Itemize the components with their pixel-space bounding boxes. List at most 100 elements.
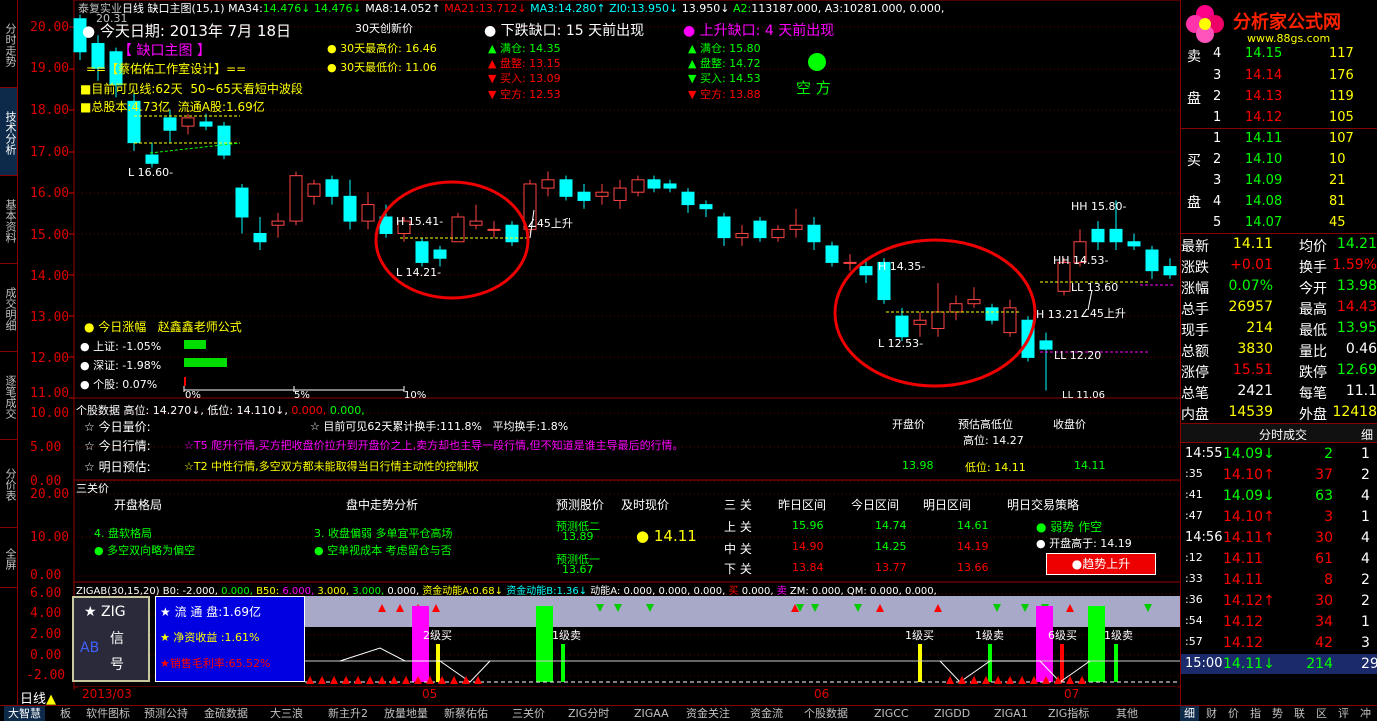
bid-level: 3 xyxy=(1213,173,1222,188)
zig-signal-num: 号 xyxy=(110,657,124,673)
zig-signal-title: ★ ZIG xyxy=(84,604,126,620)
ask-price[interactable]: 14.13 xyxy=(1245,89,1282,104)
teacher-text: 赵鑫鑫老师公式 xyxy=(157,320,242,334)
tick-count: 1 xyxy=(1361,446,1370,462)
ask-price[interactable]: 14.12 xyxy=(1245,110,1282,125)
bid-price[interactable]: 14.08 xyxy=(1245,194,1282,209)
now-value-text: 14.11 xyxy=(653,527,697,545)
annotation: H 14.35- xyxy=(878,260,926,273)
stat-value: 1.59% xyxy=(1332,257,1377,273)
ask-level: 1 xyxy=(1213,110,1222,125)
ask-level: 4 xyxy=(1213,46,1222,61)
bottom-tab[interactable]: 板 xyxy=(56,706,75,721)
site-name: 分析家公式网 xyxy=(1233,12,1341,33)
zig-t3: 0.000, xyxy=(741,586,774,597)
annotation: ∠45上升 xyxy=(1080,307,1126,320)
dn-today: 13.77 xyxy=(875,561,907,574)
ask-price[interactable]: 14.15 xyxy=(1245,46,1282,61)
sh-text: 上证: -1.05% xyxy=(93,340,162,353)
bottom-tab[interactable]: ZIGA1 xyxy=(990,706,1032,721)
bottom-tab[interactable]: 大三浪 xyxy=(266,706,307,721)
today-rise: ● 今日涨幅 赵鑫鑫老师公式 xyxy=(84,320,242,334)
bottom-tab-bar: 大智慧板软件图标 预测公持 金硫数据 大三浪 新主升2 放量地量 新蔡佑佑 三关价 ZIG分时 Z… xyxy=(0,705,1377,721)
tick-price: 14.12 xyxy=(1223,635,1264,651)
bottom-tab[interactable]: 软件图标 xyxy=(82,706,134,721)
stat-value: 0.46 xyxy=(1345,341,1377,357)
bottom-tab[interactable]: 其他 xyxy=(1112,706,1142,721)
quote-panel: 分析家公式网 www.88gs.com 卖 盘 4 14.15 117 3 14… xyxy=(1180,0,1377,705)
bid-price[interactable]: 14.07 xyxy=(1245,215,1282,230)
today-range-head: 今日区间 xyxy=(851,498,900,512)
bottom-tab[interactable]: 新蔡佑佑 xyxy=(440,706,492,721)
bottom-tab[interactable]: 预测公持 xyxy=(140,706,192,721)
bottom-tab[interactable]: ZIG指标 xyxy=(1044,706,1093,721)
bottom-tab[interactable]: 大智慧 xyxy=(4,706,45,721)
bid-level: 5 xyxy=(1213,215,1222,230)
bottom-tab[interactable]: 资金流 xyxy=(746,706,787,721)
stat-label: 涨幅 xyxy=(1181,281,1209,297)
params: (15,1) xyxy=(191,2,225,15)
y-tick: 17.00 xyxy=(30,145,70,160)
right-bottom-tab[interactable]: 势 xyxy=(1268,706,1287,721)
bid-label2: 盘 xyxy=(1187,195,1201,211)
short-see: ● 空单视成本 考虑留仓与否 xyxy=(314,544,452,557)
tick-count: 1 xyxy=(1361,509,1370,525)
zig-buy1: 1级买 xyxy=(905,629,934,642)
right-bottom-tab[interactable]: 细 xyxy=(1180,706,1199,721)
tick-time: :54 xyxy=(1185,614,1203,627)
ma8-value: 14.052↑ xyxy=(392,2,441,15)
mid-yday: 14.90 xyxy=(792,540,824,553)
candle-body xyxy=(595,191,609,197)
tick-count: 2 xyxy=(1361,467,1370,483)
strategy-head: 明日交易策略 xyxy=(1007,498,1080,512)
zig-buy: 买 xyxy=(728,586,739,597)
zig-ab: AB xyxy=(80,640,100,656)
bottom-tab[interactable]: 金硫数据 xyxy=(200,706,252,721)
ticks-detail-tab[interactable]: 细 xyxy=(1361,426,1373,443)
candle-body xyxy=(1163,266,1177,276)
tick-volume: 30 xyxy=(1315,593,1333,609)
up-today: 14.74 xyxy=(875,519,907,532)
right-bottom-tab[interactable]: 价 xyxy=(1224,706,1243,721)
today-qty: ☆ 今日量价: xyxy=(84,420,151,434)
gap-up: ● 上升缺口: 4 天前出现 xyxy=(683,23,835,39)
bid-price[interactable]: 14.09 xyxy=(1245,173,1282,188)
bottom-tab[interactable]: 三关价 xyxy=(508,706,549,721)
buy-arrow xyxy=(342,676,350,684)
candle-body xyxy=(145,154,159,164)
zig-float: ★ 流 通 盘:1.69亿 xyxy=(160,605,261,619)
stat-value: 214 xyxy=(1246,320,1273,336)
buy-arrow xyxy=(1078,676,1086,684)
bid-price[interactable]: 14.11 xyxy=(1245,131,1282,146)
bottom-tab[interactable]: ZIG分时 xyxy=(564,706,613,721)
right-bottom-tab[interactable]: 冲 xyxy=(1356,706,1375,721)
candle-body xyxy=(271,220,285,226)
stat-value: 12.69 xyxy=(1336,362,1377,378)
signal-bar xyxy=(436,644,440,682)
right-bottom-tab[interactable]: 评 xyxy=(1334,706,1353,721)
buy-arrow xyxy=(1006,676,1014,684)
right-bottom-tab[interactable]: 指 xyxy=(1246,706,1265,721)
right-bottom-tab[interactable]: 财 xyxy=(1202,706,1221,721)
bid-price[interactable]: 14.10 xyxy=(1245,152,1282,167)
bottom-tab[interactable]: 放量地量 xyxy=(380,706,432,721)
bottom-tab[interactable]: ZIGCC xyxy=(870,706,913,721)
bottom-tab[interactable]: ZIGAA xyxy=(630,706,673,721)
right-bottom-tab[interactable]: 联 xyxy=(1290,706,1309,721)
tick-price: 14.12↑ xyxy=(1223,593,1275,609)
bottom-tab[interactable]: ZIGDD xyxy=(930,706,974,721)
ask-price[interactable]: 14.14 xyxy=(1245,68,1282,83)
ma3-value: 14.280↑ xyxy=(557,2,606,15)
candle-body xyxy=(487,228,501,231)
visible-turn-text: 目前可见62天累计换手:111.8% xyxy=(323,420,483,433)
short-see-value: 空单视成本 考虑留仓与否 xyxy=(327,544,452,557)
right-bottom-tab[interactable]: 区 xyxy=(1312,706,1331,721)
bottom-tab[interactable]: 资金关注 xyxy=(682,706,734,721)
candle-body xyxy=(913,319,927,325)
candle-body xyxy=(735,233,749,239)
ask-volume: 105 xyxy=(1329,110,1354,125)
bottom-tab[interactable]: 新主升2 xyxy=(324,706,372,721)
candle-body xyxy=(931,311,945,329)
tick-count: 4 xyxy=(1361,551,1370,567)
bottom-tab[interactable]: 个股数据 xyxy=(800,706,852,721)
